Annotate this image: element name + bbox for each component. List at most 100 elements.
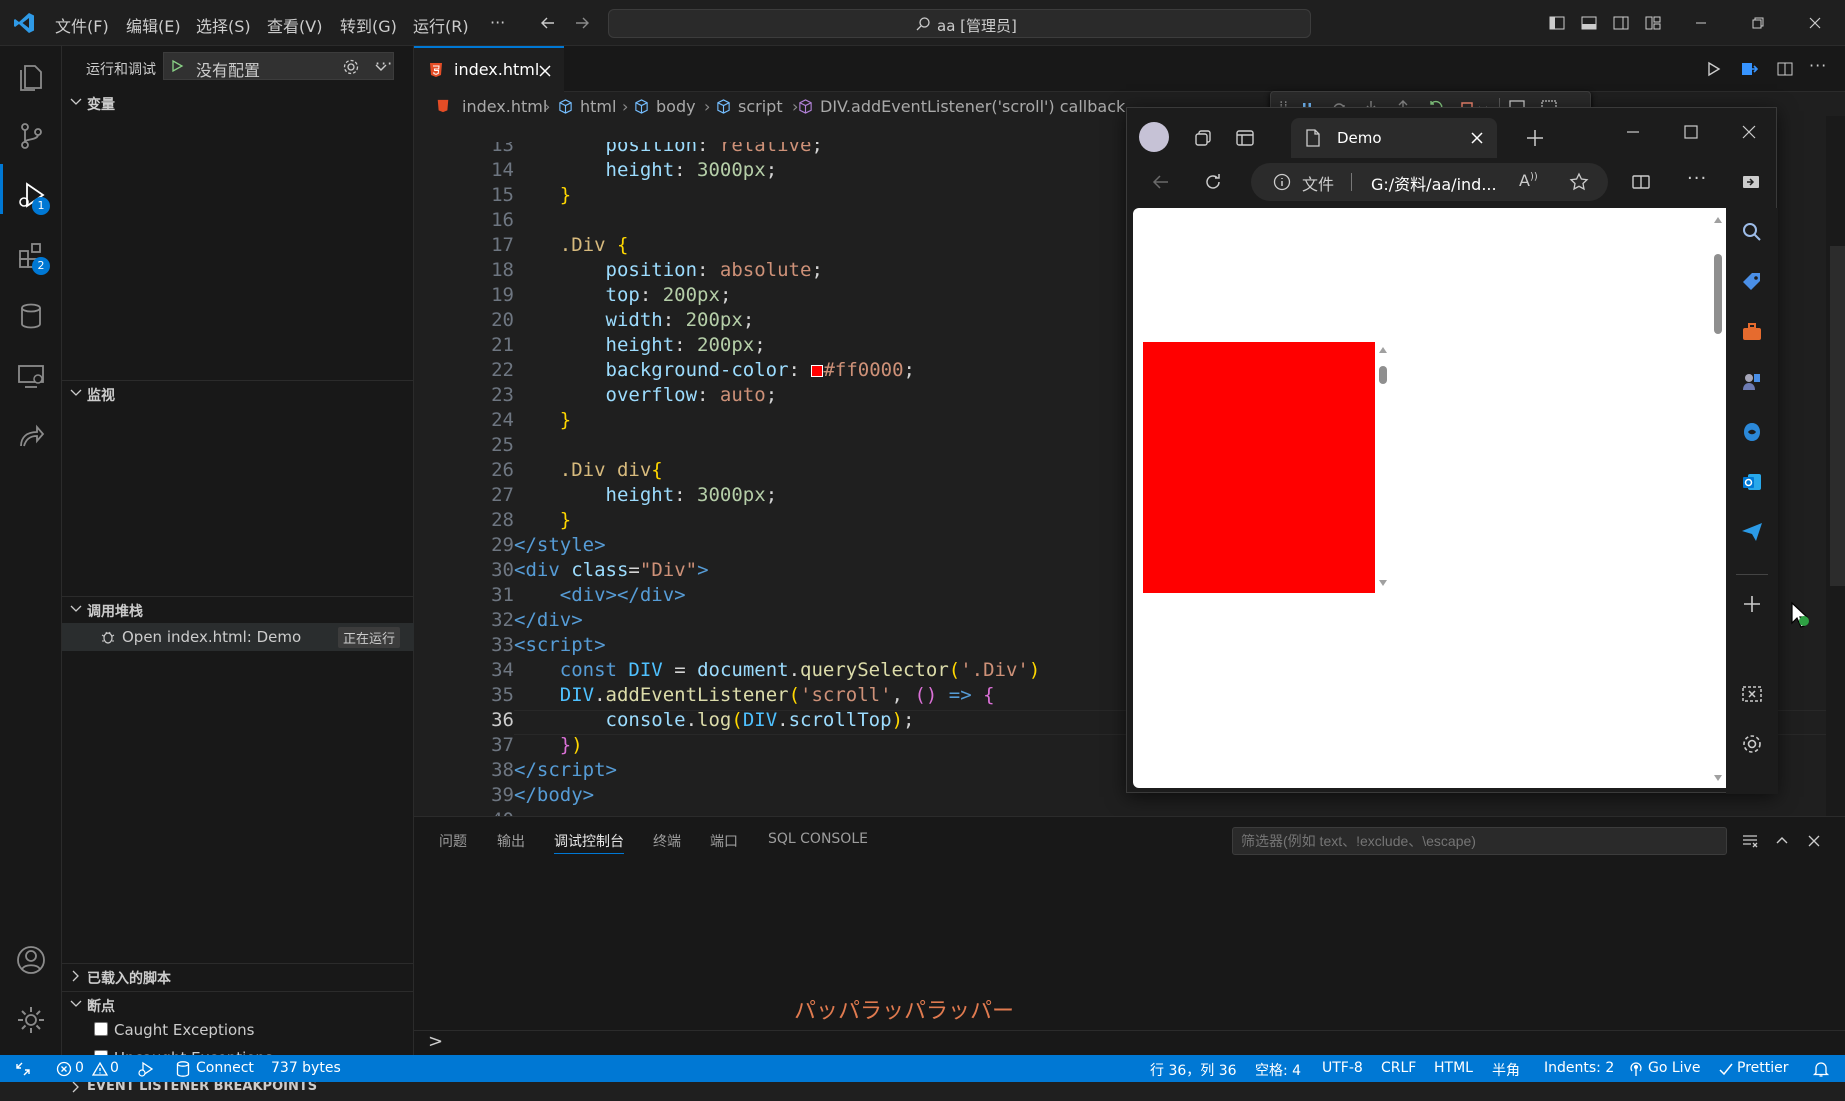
line-number[interactable]: 18 — [414, 259, 514, 281]
database-connect-icon[interactable] — [176, 1060, 190, 1078]
menu-file[interactable]: 文件(F) — [55, 13, 109, 37]
source-control-icon[interactable] — [15, 120, 47, 152]
arrow-left-icon[interactable] — [539, 14, 557, 32]
menu-go[interactable]: 转到(G) — [340, 13, 397, 37]
go-live-button[interactable]: Go Live — [1648, 1060, 1700, 1076]
breadcrumb-item[interactable]: index.html — [462, 97, 547, 116]
close-window-icon[interactable] — [1806, 14, 1824, 32]
start-debugging-icon[interactable] — [170, 59, 184, 73]
back-arrow-icon[interactable] — [1151, 172, 1171, 192]
customize-layout-icon[interactable] — [1644, 14, 1662, 32]
split-screen-icon[interactable] — [1631, 172, 1651, 192]
toggle-primary-sidebar-icon[interactable] — [1548, 14, 1566, 32]
language-mode[interactable]: HTML — [1434, 1060, 1473, 1076]
manage-gear-icon[interactable] — [15, 1004, 47, 1036]
split-editor-icon[interactable] — [1776, 60, 1794, 78]
section-callstack[interactable]: 调用堆栈 — [62, 597, 414, 623]
breadcrumb-item[interactable]: script — [738, 97, 783, 116]
tab-index-html[interactable]: index.html — [414, 46, 564, 92]
warning-icon[interactable] — [92, 1061, 108, 1077]
toggle-secondary-sidebar-icon[interactable] — [1612, 14, 1630, 32]
run-file-icon[interactable] — [1704, 60, 1722, 78]
maximize-icon[interactable] — [1683, 124, 1699, 140]
line-number[interactable]: 21 — [414, 334, 514, 356]
minimap-scrollbar[interactable] — [1826, 116, 1845, 816]
close-tab-icon[interactable] — [1471, 132, 1483, 144]
file-encoding[interactable]: UTF-8 — [1322, 1060, 1363, 1076]
end-of-line[interactable]: CRLF — [1381, 1060, 1416, 1076]
line-number[interactable]: 37 — [414, 734, 514, 756]
color-swatch[interactable] — [811, 364, 824, 377]
refresh-icon[interactable] — [1203, 172, 1223, 192]
error-count[interactable]: 0 — [75, 1060, 84, 1076]
maximize-panel-chevron-up-icon[interactable] — [1773, 832, 1791, 850]
page-scrollbar[interactable] — [1710, 208, 1726, 788]
line-number[interactable]: 29 — [414, 534, 514, 556]
section-loaded-scripts[interactable]: 已载入的脚本 — [62, 964, 414, 990]
menu-more[interactable]: ··· — [490, 13, 505, 32]
editor-more-icon[interactable]: ··· — [1809, 56, 1827, 75]
tab-actions-icon[interactable] — [1235, 128, 1255, 148]
cursor-position[interactable]: 行 36，列 36 — [1150, 1060, 1237, 1080]
collections-icon[interactable] — [1193, 128, 1213, 148]
line-number[interactable]: 32 — [414, 609, 514, 631]
explorer-icon[interactable] — [15, 60, 47, 92]
minimize-icon[interactable] — [1625, 124, 1641, 140]
line-number[interactable]: 25 — [414, 434, 514, 456]
panel-tab-terminal[interactable]: 终端 — [653, 831, 681, 851]
line-number[interactable]: 34 — [414, 659, 514, 681]
section-variables[interactable]: 变量 — [62, 90, 414, 116]
red-scrollable-div[interactable] — [1143, 342, 1375, 593]
line-number[interactable]: 31 — [414, 584, 514, 606]
close-window-icon[interactable] — [1741, 124, 1757, 140]
panel-tab-ports[interactable]: 端口 — [710, 831, 738, 851]
scrollbar-thumb[interactable] — [1714, 254, 1722, 334]
sidebar-more-icon[interactable]: ··· — [375, 54, 393, 73]
open-launch-json-gear-icon[interactable] — [342, 58, 360, 76]
indents-setting[interactable]: Indents: 2 — [1544, 1060, 1614, 1076]
line-number[interactable]: 14 — [414, 159, 514, 181]
scroll-down-arrow-icon[interactable] — [1713, 774, 1723, 782]
caught-exceptions-checkbox[interactable] — [94, 1022, 108, 1036]
console-input-prompt[interactable]: > — [428, 1031, 443, 1052]
line-number[interactable]: 15 — [414, 184, 514, 206]
warning-count[interactable]: 0 — [110, 1060, 119, 1076]
breadcrumb-item[interactable]: body — [656, 97, 696, 116]
notifications-bell-icon[interactable] — [1812, 1060, 1830, 1078]
breadcrumb-item[interactable]: html — [580, 97, 616, 116]
breadcrumb-item[interactable]: DIV.addEventListener('scroll') callback — [820, 97, 1125, 116]
sidebar-toggle-icon[interactable] — [1741, 172, 1761, 192]
send-plane-icon[interactable] — [1740, 520, 1764, 544]
panel-tab-problems[interactable]: 问题 — [439, 831, 467, 851]
panel-tab-sql-console[interactable]: SQL CONSOLE — [768, 831, 868, 847]
games-icon[interactable] — [1740, 370, 1764, 394]
line-number[interactable]: 17 — [414, 234, 514, 256]
line-number[interactable]: 22 — [414, 359, 514, 381]
clear-console-icon[interactable] — [1741, 832, 1759, 850]
line-number[interactable]: 27 — [414, 484, 514, 506]
line-number[interactable]: 38 — [414, 759, 514, 781]
line-number[interactable]: 16 — [414, 209, 514, 231]
close-tab-icon[interactable] — [538, 64, 552, 78]
scrollbar-thumb[interactable] — [1379, 366, 1387, 384]
line-number[interactable]: 20 — [414, 309, 514, 331]
line-number[interactable]: 19 — [414, 284, 514, 306]
line-number[interactable]: 33 — [414, 634, 514, 656]
debug-status-icon[interactable] — [137, 1060, 155, 1078]
scrollbar-thumb[interactable] — [1830, 246, 1845, 586]
settings-gear-icon[interactable] — [1740, 732, 1764, 756]
new-tab-plus-icon[interactable] — [1525, 128, 1545, 148]
line-number[interactable]: 35 — [414, 684, 514, 706]
line-number[interactable]: 40 — [414, 809, 514, 816]
character-width[interactable]: 半角 — [1492, 1060, 1520, 1080]
search-icon[interactable] — [1740, 220, 1764, 244]
connect-label[interactable]: Connect — [196, 1060, 254, 1076]
account-icon[interactable] — [15, 944, 47, 976]
section-breakpoints[interactable]: 断点 — [62, 992, 414, 1018]
minimize-icon[interactable] — [1692, 14, 1710, 32]
toggle-panel-icon[interactable] — [1580, 14, 1598, 32]
line-number[interactable]: 13 — [414, 142, 514, 156]
favorite-star-icon[interactable] — [1569, 172, 1589, 192]
section-watch[interactable]: 监视 — [62, 381, 414, 407]
remote-explorer-icon[interactable] — [15, 360, 47, 392]
